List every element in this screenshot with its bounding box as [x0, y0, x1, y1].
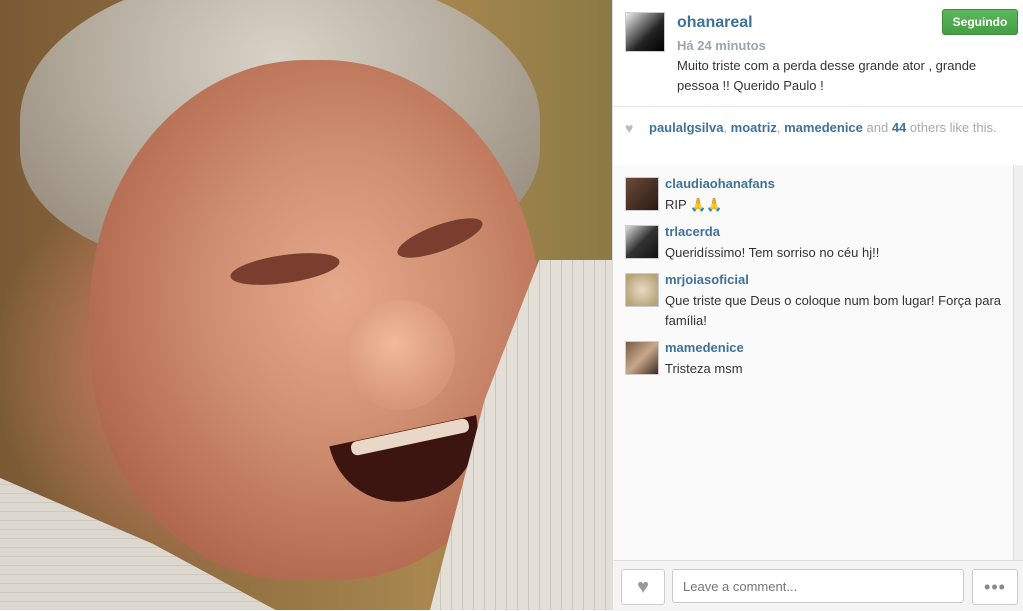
likes-rest-text: others like this.	[906, 120, 997, 135]
liker-link[interactable]: moatriz	[731, 120, 777, 135]
commenter-avatar[interactable]	[625, 273, 659, 307]
likes-summary: paulalgsilva, moatriz, mamedenice and 44…	[649, 120, 1009, 136]
liker-link[interactable]: mamedenice	[784, 120, 863, 135]
post-photo[interactable]	[0, 0, 612, 610]
comments-scrollbar[interactable]	[1013, 165, 1023, 560]
post-header: ohanareal Há 24 minutos Muito triste com…	[613, 0, 1023, 107]
heart-icon: ♥	[637, 575, 649, 598]
commenter-avatar[interactable]	[625, 177, 659, 211]
commenter-username[interactable]: mamedenice	[665, 340, 744, 355]
separator: ,	[723, 120, 731, 135]
ellipsis-icon: •••	[984, 576, 1006, 597]
following-button[interactable]: Seguindo	[942, 9, 1018, 35]
post-caption: Muito triste com a perda desse grande at…	[677, 58, 977, 93]
commenter-avatar[interactable]	[625, 225, 659, 259]
commenter-username[interactable]: claudiaohanafans	[665, 176, 775, 191]
post-sidebar: ohanareal Há 24 minutos Muito triste com…	[612, 0, 1023, 611]
heart-icon: ♥	[625, 120, 634, 136]
comment-text: Tristeza msm	[665, 361, 743, 376]
like-button[interactable]: ♥	[621, 569, 665, 605]
comment-footer: ♥ •••	[613, 560, 1023, 611]
commenter-avatar[interactable]	[625, 341, 659, 375]
commenter-username[interactable]: trlacerda	[665, 224, 720, 239]
and-text: and	[862, 120, 892, 135]
more-options-button[interactable]: •••	[972, 569, 1018, 605]
commenter-username[interactable]: mrjoiasoficial	[665, 272, 749, 287]
liker-link[interactable]: paulalgsilva	[649, 120, 723, 135]
comment-text: RIP 🙏🙏	[665, 197, 723, 212]
author-avatar[interactable]	[625, 12, 665, 52]
author-username[interactable]: ohanareal	[677, 14, 753, 32]
comment-text: Que triste que Deus o coloque num bom lu…	[665, 293, 1002, 328]
likes-count[interactable]: 44	[892, 120, 906, 135]
comment-input[interactable]	[672, 569, 964, 603]
comment-text: Queridíssimo! Tem sorriso no céu hj!!	[665, 245, 880, 260]
likes-section	[613, 107, 1023, 166]
photo-nose	[345, 300, 455, 410]
post-timestamp: Há 24 minutos	[677, 38, 766, 53]
